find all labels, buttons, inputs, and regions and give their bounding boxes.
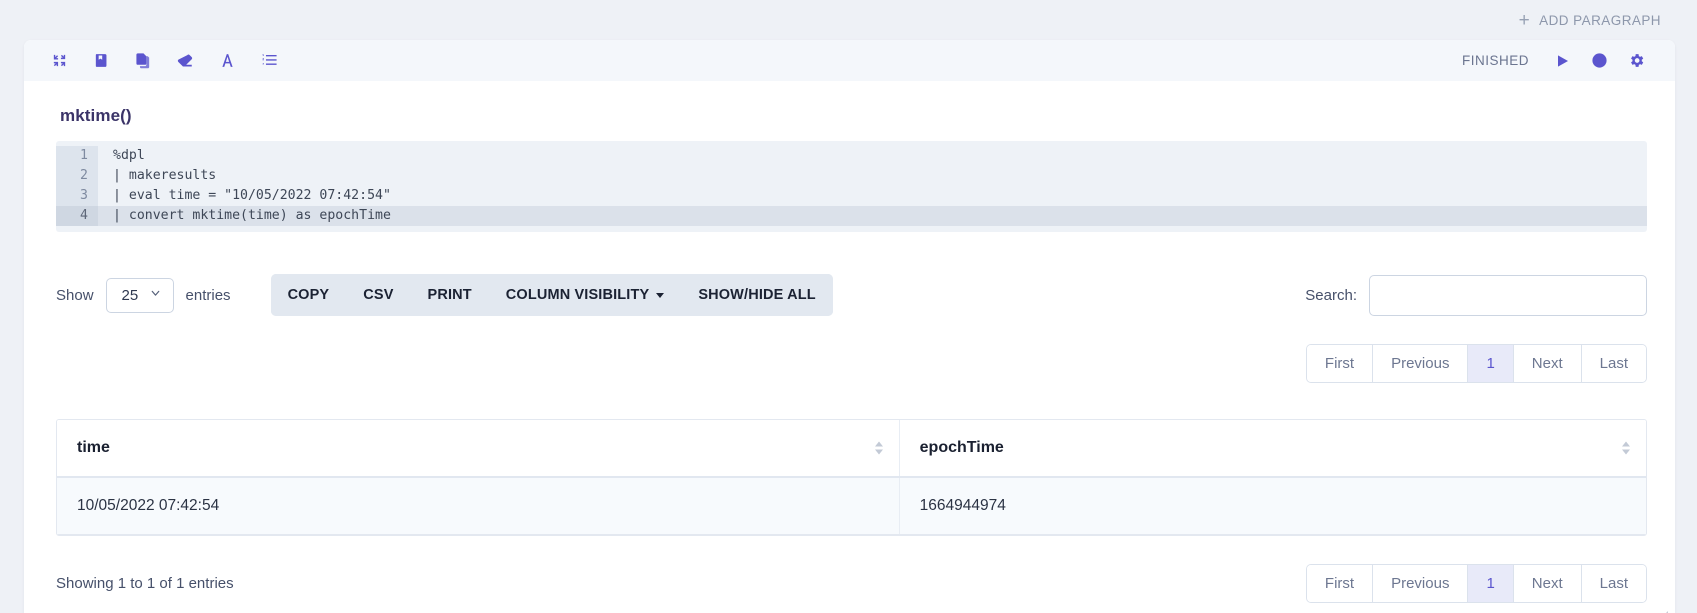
line-content: | eval time = "10/05/2022 07:42:54" — [113, 188, 391, 203]
table-header-row: time epochTime — [57, 420, 1646, 478]
page-length-select[interactable]: 25 — [105, 277, 174, 313]
paragraph-title: mktime() — [60, 106, 132, 125]
page-first[interactable]: First — [1306, 565, 1374, 602]
cell-time: 10/05/2022 07:42:54 — [57, 477, 900, 535]
pagination-bottom: First Previous 1 Next Last — [1305, 564, 1647, 603]
caret-down-icon — [656, 292, 665, 298]
line-content: | convert mktime(time) as epochTime — [113, 208, 391, 223]
page-1[interactable]: 1 — [1468, 345, 1514, 382]
sort-arrows-icon — [874, 441, 883, 455]
results-table: time epochTime 10/05/2022 07:42:54 16649… — [57, 420, 1646, 535]
page-next[interactable]: Next — [1513, 565, 1582, 602]
search-input[interactable] — [1369, 274, 1647, 316]
page-last[interactable]: Last — [1581, 565, 1646, 602]
code-line[interactable]: 1 %dpl — [56, 146, 1647, 166]
gear-icon[interactable] — [1625, 50, 1647, 72]
clock-icon[interactable] — [1588, 50, 1610, 72]
page-first[interactable]: First — [1306, 345, 1374, 382]
column-visibility-button-label: COLUMN VISIBILITY — [505, 287, 650, 303]
show-hide-all-button-label: SHOW/HIDE ALL — [698, 287, 816, 303]
search-label: Search: — [1305, 286, 1357, 304]
paragraph-toolbar: FINISHED — [24, 40, 1675, 81]
datatable-button-group: COPY CSV PRINT COLUMN VISIBILITY SHOW/HI… — [270, 274, 833, 316]
sort-arrows-icon — [1622, 441, 1630, 455]
code-line[interactable]: 3 | eval time = "10/05/2022 07:42:54" — [56, 186, 1647, 206]
csv-button-label: CSV — [363, 287, 394, 303]
collapse-icon[interactable] — [46, 48, 72, 74]
toolbar-icon-group — [46, 48, 282, 74]
font-icon[interactable] — [214, 48, 240, 74]
page-next[interactable]: Next — [1513, 345, 1582, 382]
copy-icon[interactable] — [130, 48, 156, 74]
paragraph-status-label: FINISHED — [1461, 53, 1529, 68]
code-line[interactable]: 2 | makeresults — [56, 166, 1647, 186]
paragraph-resize-handle[interactable] — [1657, 609, 1669, 613]
column-header-epochtime[interactable]: epochTime — [899, 420, 1646, 478]
datatable-footer: Showing 1 to 1 of 1 entries First Previo… — [56, 564, 1647, 613]
paragraph-status-group: FINISHED — [1462, 50, 1647, 72]
pagination-top-row: First Previous 1 Next Last — [56, 344, 1647, 383]
code-editor[interactable]: 1 %dpl 2 | makeresults 3 | eval time = "… — [56, 141, 1647, 232]
table-row: 10/05/2022 07:42:54 1664944974 — [57, 477, 1646, 535]
datatable-controls: Show 25 entries COPY CSV PRINT COLUMN VI… — [56, 272, 1647, 318]
csv-button[interactable]: CSV — [346, 274, 411, 316]
add-paragraph-label: ADD PARAGRAPH — [1539, 12, 1661, 28]
eraser-icon[interactable] — [172, 48, 198, 74]
page-1[interactable]: 1 — [1468, 565, 1514, 602]
datatable-info: Showing 1 to 1 of 1 entries — [56, 575, 234, 592]
page-last[interactable]: Last — [1581, 345, 1646, 382]
paragraph-body: mktime() 1 %dpl 2 | makeresults 3 | eval… — [24, 106, 1675, 613]
paragraph-card: FINISHED mktime() 1 %dpl 2 | makeresults… — [24, 40, 1675, 613]
cell-epochtime: 1664944974 — [899, 477, 1646, 535]
datatable-length-control: Show 25 entries — [56, 277, 231, 313]
pagination-bottom-row: First Previous 1 Next Last — [1305, 564, 1647, 603]
results-table-wrapper: time epochTime 10/05/2022 07:42:54 16649… — [56, 419, 1647, 536]
line-number: 3 — [56, 186, 98, 206]
column-header-time-label: time — [77, 439, 110, 456]
page-previous[interactable]: Previous — [1373, 345, 1469, 382]
add-paragraph-button[interactable]: + ADD PARAGRAPH — [1519, 11, 1661, 30]
page-previous[interactable]: Previous — [1373, 565, 1469, 602]
book-icon[interactable] — [88, 48, 114, 74]
code-line-active[interactable]: 4 | convert mktime(time) as epochTime — [56, 206, 1647, 226]
column-visibility-button[interactable]: COLUMN VISIBILITY — [488, 274, 682, 316]
line-number: 4 — [56, 206, 98, 226]
show-label: Show — [56, 286, 94, 304]
pagination-top: First Previous 1 Next Last — [1305, 344, 1647, 383]
print-button-label: PRINT — [427, 287, 472, 303]
print-button[interactable]: PRINT — [410, 274, 489, 316]
column-header-epochtime-label: epochTime — [919, 439, 1004, 456]
datatable-search-control: Search: — [1305, 274, 1647, 316]
copy-button-label: COPY — [287, 287, 330, 303]
notebook-top-strip: + ADD PARAGRAPH — [0, 0, 1697, 40]
play-icon[interactable] — [1551, 50, 1573, 72]
ordered-list-icon[interactable] — [256, 48, 282, 74]
entries-label: entries — [185, 286, 231, 304]
line-number: 1 — [56, 146, 98, 166]
column-header-time[interactable]: time — [57, 420, 900, 478]
line-content: | makeresults — [113, 168, 217, 183]
plus-icon: + — [1518, 9, 1531, 31]
line-number: 2 — [56, 166, 98, 186]
copy-button[interactable]: COPY — [270, 274, 347, 316]
show-hide-all-button[interactable]: SHOW/HIDE ALL — [681, 274, 833, 316]
line-content: %dpl — [113, 148, 145, 163]
